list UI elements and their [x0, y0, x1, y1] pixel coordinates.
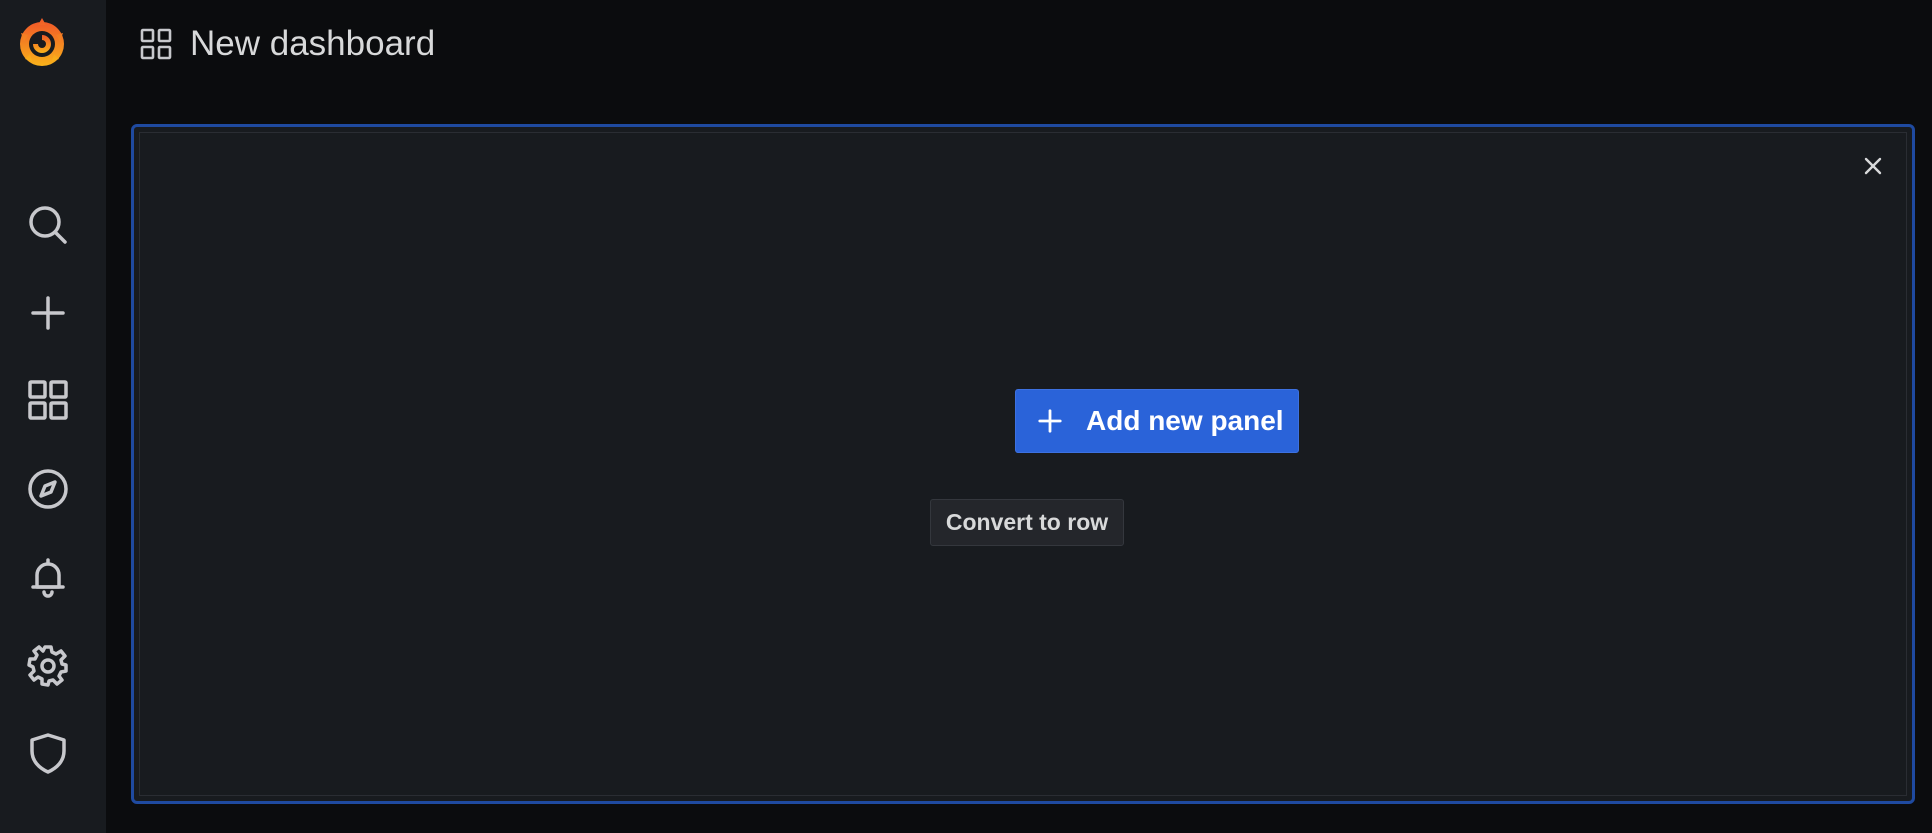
apps-grid-icon [140, 28, 172, 60]
panel-body: Add new panel Convert to row [139, 132, 1907, 796]
close-icon [1864, 157, 1882, 175]
search-icon [29, 206, 67, 244]
sidebar-item-server-admin[interactable] [0, 717, 96, 789]
convert-to-row-label: Convert to row [945, 509, 1109, 535]
convert-to-row-button[interactable]: Convert to row [930, 499, 1124, 546]
sidebar-item-create[interactable] [0, 277, 96, 349]
gear-icon [27, 645, 68, 687]
new-panel-placeholder: Add new panel Convert to row [131, 124, 1915, 804]
sidebar-item-search[interactable] [0, 189, 96, 261]
sidebar-item-explore[interactable] [0, 453, 96, 525]
grafana-logo-icon[interactable] [13, 13, 71, 71]
bell-icon [31, 558, 65, 598]
shield-icon [30, 733, 66, 774]
grid-icon [28, 380, 68, 420]
plus-icon [31, 296, 65, 330]
add-new-panel-button[interactable]: Add new panel [1015, 389, 1299, 453]
sidebar-item-alerting[interactable] [0, 541, 96, 613]
sidebar-item-dashboards[interactable] [0, 364, 96, 436]
plus-icon [1036, 407, 1064, 435]
add-new-panel-label: Add new panel [1086, 405, 1284, 436]
compass-icon [28, 469, 68, 509]
sidebar [0, 0, 106, 833]
sidebar-item-configuration[interactable] [0, 629, 96, 701]
dashboard-header: New dashboard [106, 0, 1932, 90]
close-button[interactable] [1858, 151, 1888, 181]
page-title[interactable]: New dashboard [190, 20, 435, 68]
